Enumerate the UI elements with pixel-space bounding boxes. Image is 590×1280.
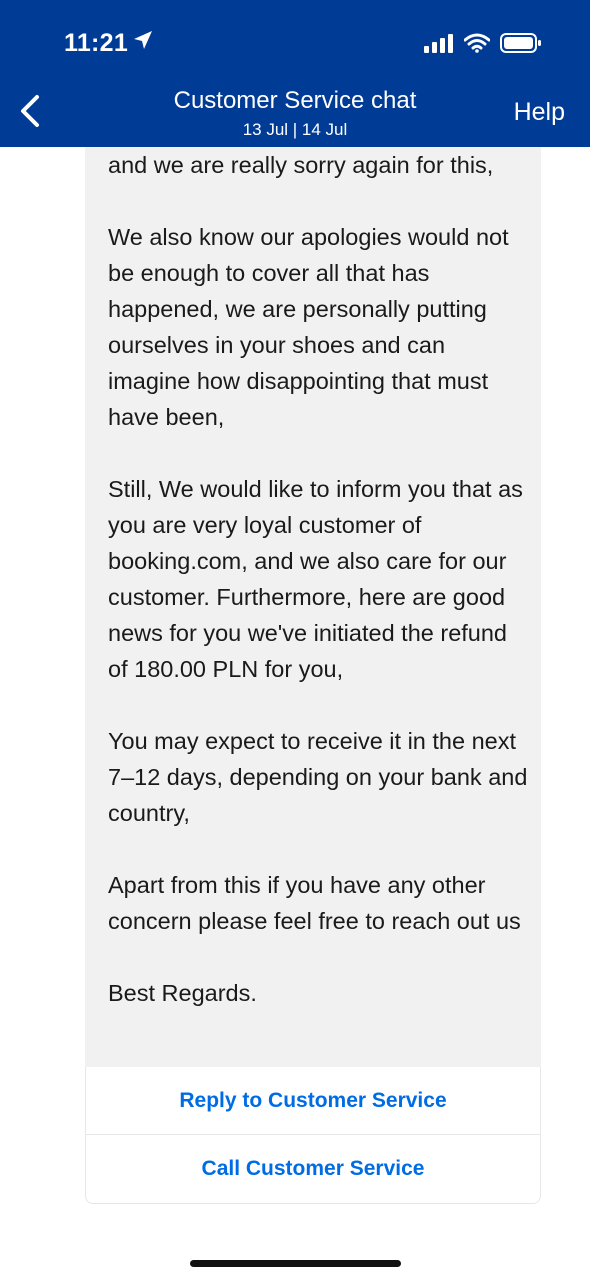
- page-subtitle-dates: 13 Jul | 14 Jul: [242, 120, 348, 139]
- reply-to-customer-service-button[interactable]: Reply to Customer Service: [86, 1067, 540, 1135]
- wifi-icon: [463, 33, 491, 58]
- page-title: Customer Service chat: [173, 87, 417, 114]
- message-signoff: Best Regards.: [108, 980, 257, 1006]
- message-paragraph: You may expect to receive it in the next…: [108, 728, 528, 826]
- message-actions: Reply to Customer Service Call Customer …: [85, 1067, 541, 1204]
- location-arrow-icon: [132, 29, 154, 58]
- message-body: and we are really sorry again for this, …: [108, 147, 528, 1011]
- home-indicator[interactable]: [190, 1260, 401, 1267]
- status-bar-time: 11:21: [64, 29, 154, 58]
- app-header: 11:21 Customer Service chat 13 Jul | 14 …: [0, 0, 590, 147]
- signal-icon: [424, 33, 454, 58]
- help-button[interactable]: Help: [514, 98, 565, 127]
- message-paragraph: Still, We would like to inform you that …: [108, 476, 523, 682]
- battery-icon: [500, 32, 542, 59]
- status-bar-indicators: [424, 32, 542, 59]
- message-paragraph: and we are really sorry again for this,: [108, 152, 494, 178]
- message-paragraph: Apart from this if you have any other co…: [108, 872, 521, 934]
- message-paragraph: We also know our apologies would not be …: [108, 224, 509, 430]
- status-time-text: 11:21: [64, 29, 129, 57]
- call-customer-service-button[interactable]: Call Customer Service: [86, 1135, 540, 1203]
